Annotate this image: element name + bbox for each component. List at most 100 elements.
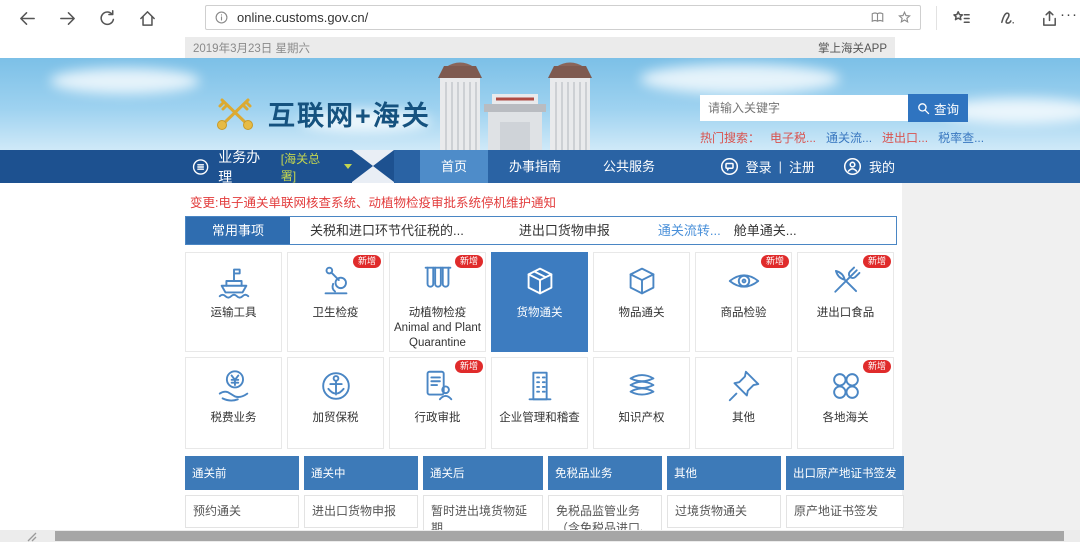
settings-more-icon[interactable]: ··· xyxy=(1060,6,1078,23)
browser-toolbar: online.customs.gov.cn/ ··· xyxy=(0,0,1080,38)
user-icon xyxy=(843,157,862,176)
pushpin-icon xyxy=(725,367,763,405)
favorite-star-icon[interactable] xyxy=(897,10,912,25)
document-person-icon xyxy=(419,367,457,405)
tab-common-items[interactable]: 常用事项 xyxy=(186,217,290,244)
tab-goods-declaration[interactable]: 进出口货物申报 xyxy=(519,217,610,244)
service-card-articles-clearance[interactable]: 物品通关 xyxy=(593,252,690,352)
column-link[interactable]: 原产地证书签发 xyxy=(786,495,904,528)
address-bar[interactable]: online.customs.gov.cn/ xyxy=(205,5,921,30)
customs-keys-logo-icon xyxy=(212,92,258,134)
search-icon xyxy=(917,102,930,115)
package-icon xyxy=(521,262,559,300)
service-card-intellectual-property[interactable]: 知识产权 xyxy=(593,357,690,449)
service-card-tax[interactable]: 税费业务 xyxy=(185,357,282,449)
new-badge: 新增 xyxy=(353,255,381,268)
right-background-panel xyxy=(902,183,1080,530)
date-text: 2019年3月23日 星期六 xyxy=(193,40,310,56)
search-input[interactable] xyxy=(700,95,908,121)
service-card-food-import-export[interactable]: 新增 进出口食品 xyxy=(797,252,894,352)
service-card-administrative-approval[interactable]: 新增 行政审批 xyxy=(389,357,486,449)
mobile-app-link[interactable]: 掌上海关APP xyxy=(818,40,887,56)
service-card-animal-plant-quarantine[interactable]: 新增 动植物检疫 Animal and Plant Quarantine xyxy=(389,252,486,352)
cloud-decoration xyxy=(640,64,840,94)
login-divider: | xyxy=(779,159,782,174)
business-menu-label: 业务办理 xyxy=(218,147,272,187)
nav-tab-home[interactable]: 首页 xyxy=(420,150,488,183)
maintenance-notice-link[interactable]: 变更:电子通关单联网核查系统、动植物检疫审批系统停机维护通知 xyxy=(190,192,556,211)
main-nav: 业务办理 [海关总署] 首页 办事指南 公共服务 登录 | 注册 我的 xyxy=(0,150,1080,183)
site-logo[interactable]: 互联网+海关 xyxy=(212,92,431,134)
column-header: 通关后 xyxy=(423,456,543,490)
new-badge: 新增 xyxy=(863,255,891,268)
browser-window: online.customs.gov.cn/ ··· 2019年3月23日 星期… xyxy=(0,0,1080,542)
clover-icon xyxy=(827,367,865,405)
hot-search-link[interactable]: 税率查... xyxy=(938,129,984,146)
favorites-hub-icon[interactable] xyxy=(952,9,971,28)
horizontal-scrollbar[interactable] xyxy=(0,530,1080,542)
nav-tab-guide[interactable]: 办事指南 xyxy=(488,150,582,183)
forward-icon[interactable] xyxy=(58,9,77,28)
service-card-enterprise-management[interactable]: 企业管理和稽查 xyxy=(491,357,588,449)
reading-view-icon[interactable] xyxy=(870,10,885,25)
column-header: 通关中 xyxy=(304,456,418,490)
column-header: 出口原产地证书签发 xyxy=(786,456,904,490)
column-header: 通关前 xyxy=(185,456,299,490)
site-title: 互联网+海关 xyxy=(268,94,431,133)
column-link[interactable]: 进出口货物申报 xyxy=(304,495,418,528)
tab-tariff[interactable]: 关税和进口环节代征税的... xyxy=(310,217,464,244)
service-card-health-quarantine[interactable]: 新增 卫生检疫 xyxy=(287,252,384,352)
site-info-icon[interactable] xyxy=(214,10,229,25)
hot-search-link[interactable]: 进出口... xyxy=(882,129,928,146)
hot-search-link[interactable]: 通关流... xyxy=(826,129,872,146)
utensils-icon xyxy=(827,262,865,300)
service-card-transport[interactable]: 运输工具 xyxy=(185,252,282,352)
column-link[interactable]: 预约通关 xyxy=(185,495,299,528)
new-badge: 新增 xyxy=(863,360,891,373)
ink-annotate-icon[interactable] xyxy=(998,9,1017,28)
service-grid: 运输工具 新增 卫生检疫 新增 动植物检疫 Animal and Plant Q… xyxy=(185,252,895,449)
nav-tab-public-service[interactable]: 公共服务 xyxy=(582,150,676,183)
service-card-regional-customs[interactable]: 新增 各地海关 xyxy=(797,357,894,449)
register-link[interactable]: 注册 xyxy=(789,157,815,176)
hot-search-row: 热门搜索： 电子税... 通关流... 进出口... 税率查... xyxy=(700,129,990,146)
chevron-down-icon xyxy=(344,164,352,169)
tab-clearance-flow[interactable]: 通关流转... xyxy=(658,217,721,244)
refresh-icon[interactable] xyxy=(98,9,117,28)
microscope-icon xyxy=(317,262,355,300)
test-tubes-icon xyxy=(419,262,457,300)
menu-circle-icon xyxy=(192,158,209,176)
account-area: 登录 | 注册 我的 xyxy=(720,157,895,176)
books-icon xyxy=(623,367,661,405)
business-menu[interactable]: 业务办理 [海关总署] xyxy=(0,150,352,183)
site-top-strip: 2019年3月23日 星期六 掌上海关APP xyxy=(0,37,1080,58)
toolbar-divider xyxy=(936,6,937,30)
hot-search-link[interactable]: 电子税... xyxy=(770,129,816,146)
search-area: 查询 热门搜索： 电子税... 通关流... 进出口... 税率查... xyxy=(700,94,990,146)
new-badge: 新增 xyxy=(455,360,483,373)
coin-hand-icon xyxy=(215,367,253,405)
service-card-other[interactable]: 其他 xyxy=(695,357,792,449)
cloud-decoration xyxy=(50,68,200,94)
anchor-icon xyxy=(317,367,355,405)
department-selector[interactable]: [海关总署] xyxy=(281,150,333,184)
scroll-corner-icon xyxy=(26,530,38,542)
login-link[interactable]: 登录 xyxy=(746,157,772,176)
column-header: 其他 xyxy=(667,456,781,490)
column-link[interactable]: 过境货物通关 xyxy=(667,495,781,528)
scrollbar-thumb[interactable] xyxy=(55,531,1064,541)
url-text[interactable]: online.customs.gov.cn/ xyxy=(237,10,870,25)
hot-search-label: 热门搜索： xyxy=(700,129,760,146)
service-card-bonded-trade[interactable]: 加贸保税 xyxy=(287,357,384,449)
customs-building-image xyxy=(400,58,630,150)
search-button[interactable]: 查询 xyxy=(908,94,968,122)
tab-manifest[interactable]: 舱单通关... xyxy=(734,217,797,244)
site-banner: 互联网+海关 查询 热门搜索： 电子税... 通关流... 进出口... 税率查… xyxy=(0,58,1080,150)
service-card-commodity-inspection[interactable]: 新增 商品检验 xyxy=(695,252,792,352)
share-icon[interactable] xyxy=(1040,9,1059,28)
ship-icon xyxy=(215,262,253,300)
service-card-cargo-clearance[interactable]: 货物通关 xyxy=(491,252,588,352)
my-account-link[interactable]: 我的 xyxy=(869,157,895,176)
back-icon[interactable] xyxy=(18,9,37,28)
home-icon[interactable] xyxy=(138,9,157,28)
